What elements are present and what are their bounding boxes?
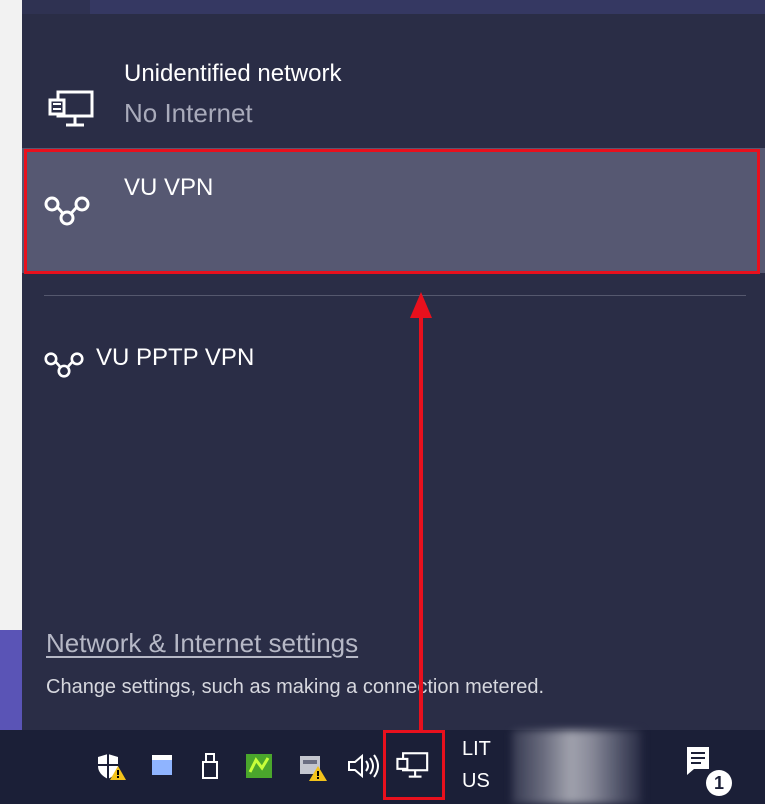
network-item-vu-pptp-vpn[interactable]: VU PPTP VPN — [22, 334, 765, 394]
volume-icon[interactable] — [346, 752, 380, 785]
background-strip — [0, 0, 765, 14]
wired-network-icon — [48, 90, 96, 135]
keyboard-layout-indicator[interactable]: US — [462, 770, 490, 793]
network-name: VU PPTP VPN — [96, 344, 255, 371]
vmware-icon[interactable] — [298, 752, 328, 787]
vpn-icon — [44, 194, 90, 233]
network-name: VU VPN — [124, 174, 214, 201]
language-indicator[interactable]: LIT — [462, 738, 491, 761]
network-settings-link[interactable]: Network & Internet settings — [46, 628, 358, 659]
network-item-unidentified[interactable]: Unidentified network No Internet — [22, 44, 765, 144]
usb-icon[interactable] — [198, 752, 222, 785]
divider — [44, 295, 746, 296]
background-window-edge — [0, 0, 22, 630]
network-status: No Internet — [124, 98, 253, 128]
vpn-icon — [44, 350, 84, 385]
settings-description: Change settings, such as making a connec… — [46, 676, 545, 698]
network-name: Unidentified network — [124, 60, 342, 87]
network-item-vu-vpn[interactable]: VU VPN — [22, 148, 765, 273]
blurred-clock-area — [512, 730, 642, 804]
annotation-network-tray-box — [383, 730, 445, 800]
network-flyout: Unidentified network No Internet VU VPN — [22, 14, 765, 730]
taskbar: LIT US 1 — [0, 730, 765, 804]
notification-count-badge: 1 — [706, 770, 732, 796]
security-shield-icon[interactable] — [96, 752, 128, 787]
green-app-icon[interactable] — [244, 752, 274, 785]
background-desktop-edge — [0, 630, 22, 730]
window-icon[interactable] — [150, 752, 174, 783]
